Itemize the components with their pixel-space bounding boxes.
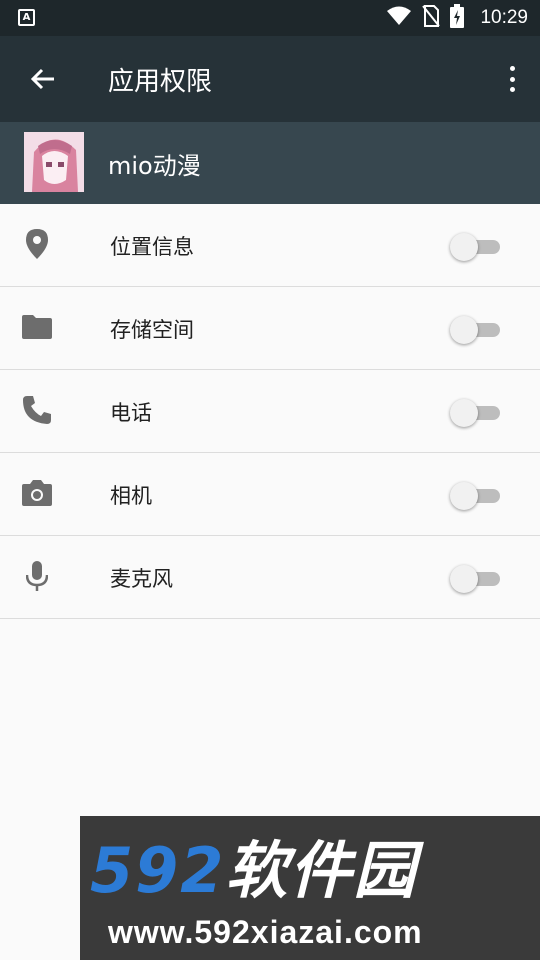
permission-label: 麦克风 [110, 567, 173, 591]
permission-label: 位置信息 [110, 235, 194, 259]
permission-row-camera[interactable]: 相机 [0, 453, 540, 536]
status-bar: A 10:29 [0, 0, 540, 36]
permission-row-phone[interactable]: 电话 [0, 370, 540, 453]
app-header: mio动漫 [0, 122, 540, 204]
phone-toggle[interactable] [450, 398, 500, 428]
more-vert-icon[interactable] [504, 62, 520, 96]
page-title: 应用权限 [108, 67, 213, 97]
toolbar: 应用权限 [0, 36, 540, 122]
watermark-logo: 592软件园 [90, 840, 417, 902]
microphone-icon [22, 560, 52, 592]
watermark-number: 592 [90, 834, 226, 907]
location-toggle[interactable] [450, 232, 500, 262]
status-time: 10:29 [480, 7, 528, 28]
notification-a-icon: A [18, 9, 35, 26]
camera-toggle[interactable] [450, 481, 500, 511]
watermark-brand: 软件园 [225, 834, 418, 907]
folder-icon [22, 311, 52, 343]
arrow-back-icon[interactable] [22, 58, 64, 100]
permission-label: 存储空间 [110, 318, 194, 342]
wifi-icon [386, 6, 412, 30]
location-icon [22, 228, 52, 260]
permission-row-storage[interactable]: 存储空间 [0, 287, 540, 370]
microphone-toggle[interactable] [450, 564, 500, 594]
permission-list: 位置信息 存储空间 电话 相机 麦克风 [0, 204, 540, 619]
storage-toggle[interactable] [450, 315, 500, 345]
watermark: 592软件园 www.592xiazai.com [80, 816, 540, 960]
phone-icon [22, 394, 52, 426]
permission-row-location[interactable]: 位置信息 [0, 204, 540, 287]
app-name: mio动漫 [108, 152, 201, 180]
permission-label: 电话 [110, 401, 152, 425]
permission-label: 相机 [110, 484, 152, 508]
watermark-url: www.592xiazai.com [108, 914, 423, 950]
no-sim-icon [422, 5, 441, 31]
app-avatar [24, 132, 84, 192]
battery-charging-icon [450, 4, 465, 32]
camera-icon [22, 477, 52, 509]
permission-row-microphone[interactable]: 麦克风 [0, 536, 540, 619]
